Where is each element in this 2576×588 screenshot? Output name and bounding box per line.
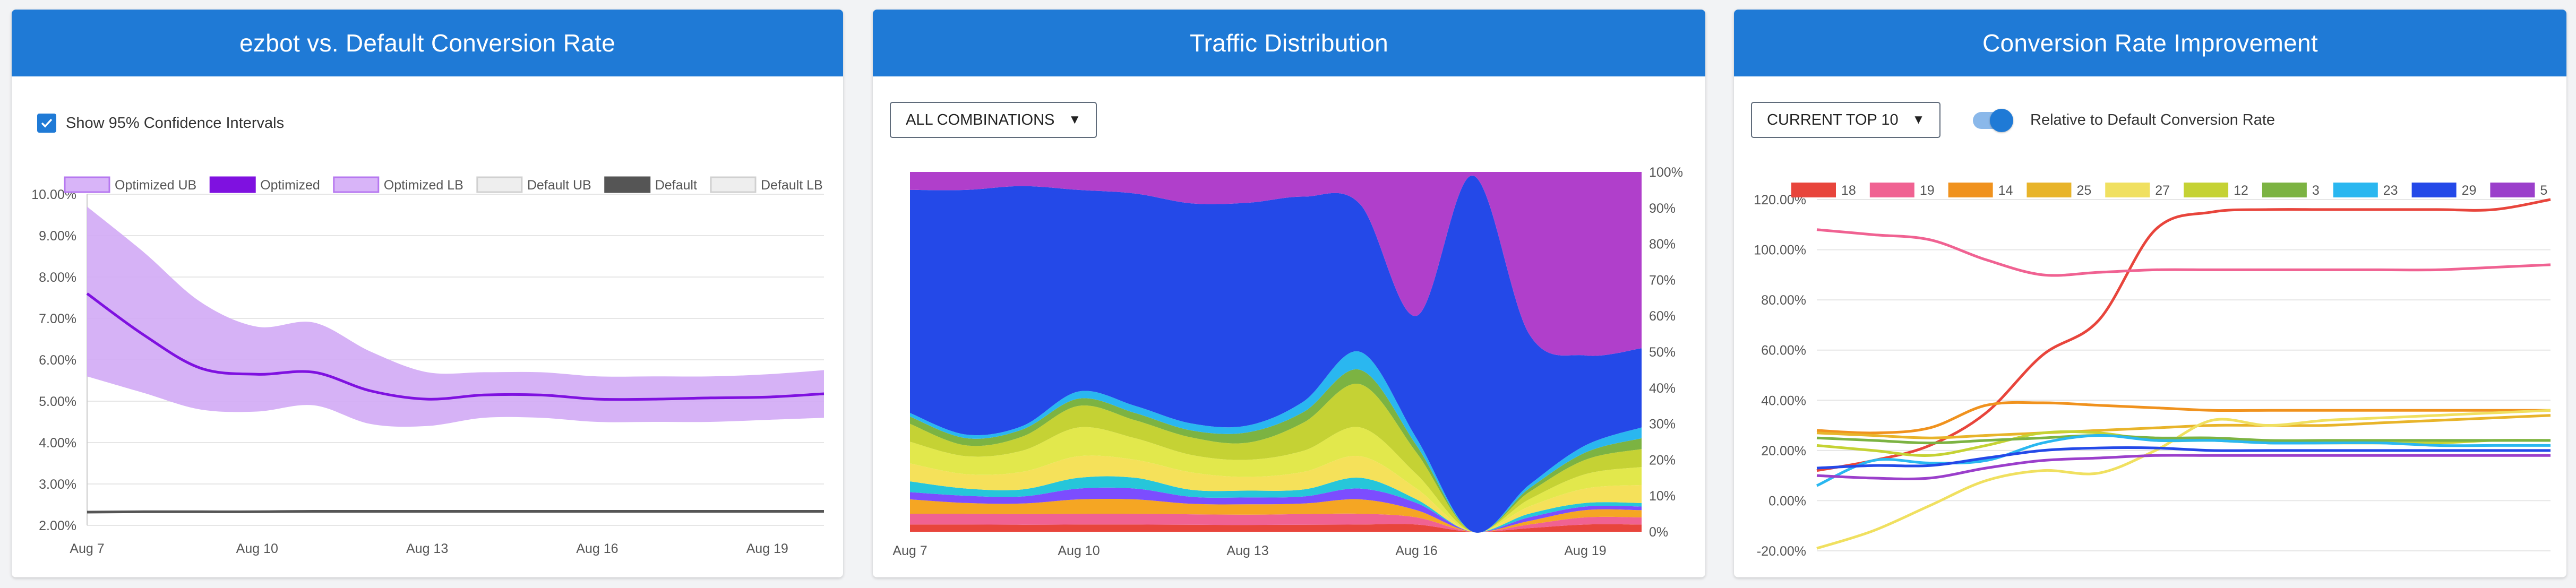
legend-label[interactable]: 25	[2076, 183, 2091, 198]
conversion-improvement-chart: 120.00%100.00%80.00%60.00%40.00%20.00%0.…	[1754, 183, 2551, 559]
legend-swatch	[2105, 183, 2150, 197]
traffic-distribution-panel: Traffic Distribution ALL COMBINATIONS ▼ …	[873, 10, 1705, 577]
y-tick-label: 100.00%	[1754, 243, 1806, 258]
legend-swatch	[604, 176, 651, 193]
y-tick-label: 10%	[1649, 489, 1676, 504]
y-tick-label: -20.00%	[1757, 544, 1806, 559]
legend-swatch	[710, 176, 757, 193]
y-tick-label: 5.00%	[39, 394, 76, 409]
conversion-rate-chart: 10.00%9.00%8.00%7.00%6.00%5.00%4.00%3.00…	[31, 176, 825, 556]
legend-label[interactable]: Optimized UB	[115, 178, 196, 193]
legend-label[interactable]: Default UB	[527, 178, 591, 193]
y-tick-label: 70%	[1649, 273, 1676, 288]
y-tick-label: 60%	[1649, 309, 1676, 324]
legend-label[interactable]: Default LB	[761, 178, 823, 193]
y-tick-label: 80%	[1649, 237, 1676, 252]
x-tick-label: Aug 10	[1058, 543, 1100, 558]
y-tick-label: 100%	[1649, 165, 1683, 180]
conversion-improvement-panel: Conversion Rate Improvement CURRENT TOP …	[1734, 10, 2566, 577]
y-tick-label: 8.00%	[39, 270, 76, 285]
optimized-confidence-band	[87, 206, 824, 427]
legend-swatch	[1869, 183, 1914, 197]
y-tick-label: 20.00%	[1761, 444, 1806, 459]
y-tick-label: 7.00%	[39, 312, 76, 326]
legend-label[interactable]: 29	[2462, 183, 2477, 198]
x-tick-label: Aug 13	[1226, 543, 1268, 558]
legend-label[interactable]: 23	[2383, 183, 2398, 198]
y-tick-label: 40%	[1649, 381, 1676, 396]
legend-swatch	[2184, 183, 2229, 197]
legend-swatch	[209, 176, 256, 193]
y-tick-label: 80.00%	[1761, 293, 1806, 308]
legend-label[interactable]: Default	[655, 178, 697, 193]
conversion-rate-panel: ezbot vs. Default Conversion Rate Show 9…	[12, 10, 843, 577]
x-tick-label: Aug 13	[406, 541, 448, 556]
y-tick-label: 4.00%	[39, 436, 76, 451]
legend-label[interactable]: Optimized	[260, 178, 320, 193]
legend-swatch	[1948, 183, 1993, 197]
series-line	[1816, 401, 2551, 435]
y-tick-label: 50%	[1649, 345, 1676, 360]
y-tick-label: 9.00%	[39, 229, 76, 244]
y-tick-label: 6.00%	[39, 353, 76, 368]
x-tick-label: Aug 16	[576, 541, 618, 556]
legend-swatch	[2490, 183, 2535, 197]
legend-swatch	[333, 176, 380, 193]
legend-label[interactable]: Optimized LB	[384, 178, 463, 193]
x-tick-label: Aug 16	[1395, 543, 1437, 558]
legend-swatch	[1791, 183, 1836, 197]
y-tick-label: 20%	[1649, 453, 1676, 468]
legend-label[interactable]: 5	[2540, 183, 2547, 198]
traffic-distribution-chart: 100% 90% 80% 70% 60% 50% 40% 30% 20% 10% 0% Aug 7 Au…	[892, 165, 1683, 558]
series-line	[1816, 228, 2551, 277]
legend-swatch	[2262, 183, 2307, 197]
legend-label[interactable]: 3	[2312, 183, 2320, 198]
y-tick-label: 3.00%	[39, 477, 76, 492]
x-tick-label: Aug 10	[236, 541, 278, 556]
y-tick-label: 40.00%	[1761, 393, 1806, 408]
legend-label[interactable]: 27	[2155, 183, 2170, 198]
y-tick-label: 0%	[1649, 525, 1668, 540]
legend-swatch	[2333, 183, 2378, 197]
default-line	[87, 509, 824, 514]
series-line	[1816, 454, 2551, 480]
y-tick-label: 90%	[1649, 201, 1676, 216]
x-tick-label: Aug 7	[892, 543, 927, 558]
x-tick-label: Aug 19	[1564, 543, 1606, 558]
legend-swatch	[2027, 183, 2072, 197]
x-tick-label: Aug 19	[746, 541, 788, 556]
legend-swatch	[476, 176, 523, 193]
legend-label[interactable]: 18	[1841, 183, 1856, 198]
y-tick-label: 2.00%	[39, 518, 76, 533]
y-tick-label: 60.00%	[1761, 343, 1806, 358]
y-tick-label: 30%	[1649, 417, 1676, 432]
legend-label[interactable]: 12	[2234, 183, 2248, 198]
legend-label[interactable]: 14	[1998, 183, 2013, 198]
legend-swatch	[2411, 183, 2457, 197]
legend-label[interactable]: 19	[1920, 183, 1935, 198]
y-tick-label: 0.00%	[1768, 494, 1806, 508]
legend-swatch	[64, 176, 110, 193]
x-tick-label: Aug 7	[70, 541, 104, 556]
